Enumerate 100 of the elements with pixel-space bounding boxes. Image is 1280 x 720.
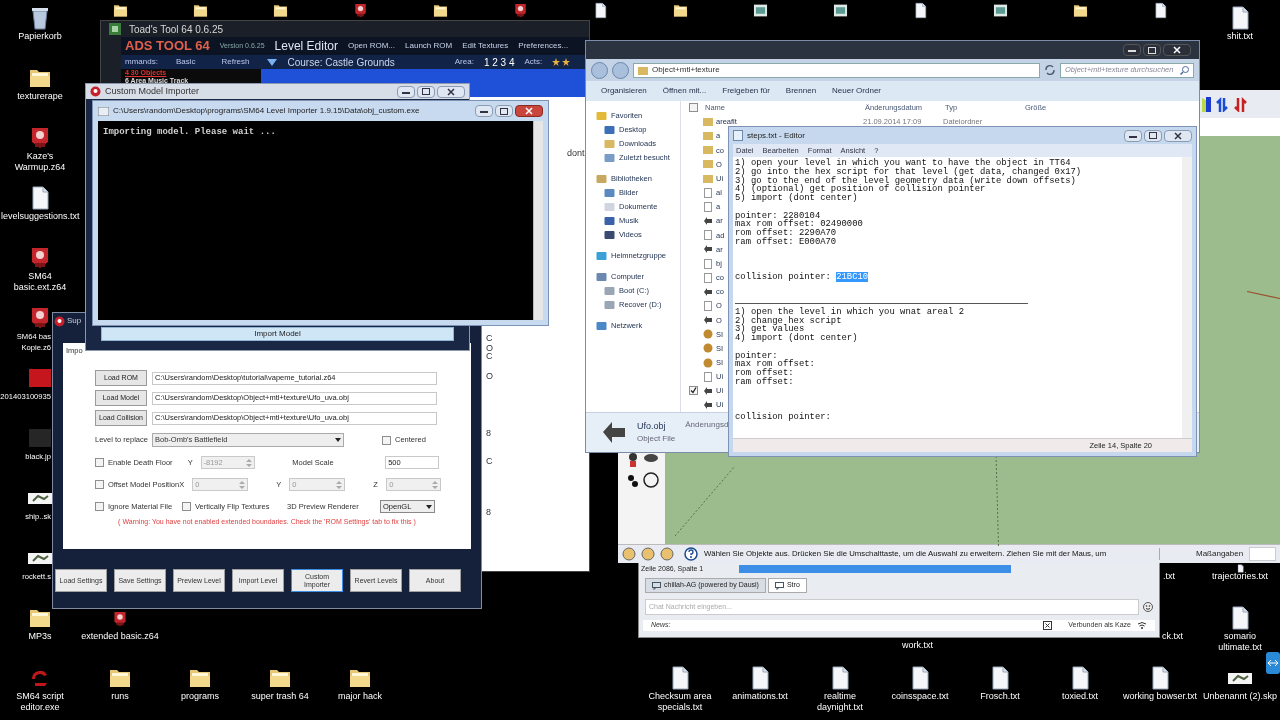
smiley-icon[interactable] — [1143, 602, 1153, 612]
text-line: 4) import (dont center) — [735, 334, 859, 343]
close-button[interactable] — [1164, 129, 1192, 142]
icon-label: super trash 64 — [250, 691, 310, 702]
measure-field[interactable] — [1249, 547, 1276, 561]
mushroom-icon — [90, 86, 101, 97]
console-icon — [98, 106, 109, 116]
icon-label: SM64 basic.ext.z64 — [12, 271, 68, 293]
checkbox[interactable] — [95, 458, 104, 467]
document-icon — [703, 272, 713, 283]
maximize-button[interactable] — [417, 85, 435, 98]
checkbox[interactable] — [95, 480, 104, 489]
help-icon[interactable] — [684, 547, 698, 561]
toolbar-button[interactable]: Organisieren — [601, 85, 647, 97]
minimize-button[interactable] — [475, 105, 493, 117]
text-fragment: 8 — [486, 427, 491, 440]
text-line: max rom offset: 02490000 — [735, 220, 864, 229]
minimize-button[interactable] — [397, 85, 415, 98]
maximize-icon — [422, 88, 430, 95]
icon-label: trajectories.txt — [1211, 571, 1269, 582]
window-title: C:\Users\random\Desktop\programs\SM64 Level Importer 1.9.15\Data\obj_custom.exe — [113, 105, 421, 117]
minimize-icon — [1128, 48, 1136, 52]
text-line: ram offset: E000A70 — [735, 237, 838, 247]
axis-line — [1247, 291, 1280, 299]
teamviewer-icon[interactable] — [1266, 652, 1280, 674]
cartridge-icon[interactable] — [111, 610, 129, 628]
document-icon — [703, 258, 713, 269]
text-fragment: dont — [567, 147, 585, 160]
menu-tab[interactable]: Preferences... — [518, 40, 569, 52]
minimize-button[interactable] — [1124, 129, 1142, 142]
icon-label: Unbenannt (2).skp — [1201, 691, 1278, 702]
toolbar-button[interactable]: Freigeben für — [722, 85, 770, 97]
checkbox[interactable] — [382, 435, 391, 445]
text-line: pointer: — [735, 351, 778, 361]
icon-label: Frosch.txt — [979, 691, 1021, 702]
axis-line — [675, 466, 735, 536]
close-button[interactable] — [1163, 44, 1191, 56]
arrows-icon — [703, 286, 713, 297]
minimize-button[interactable] — [1123, 44, 1141, 56]
icon-label: Kaze's Warmup.z64 — [13, 151, 67, 173]
window-title: Sup — [67, 315, 82, 327]
console-output: Importing model. Please wait ... — [102, 126, 277, 139]
course-label: Course: Castle Grounds — [287, 55, 395, 70]
command-button[interactable]: Basic — [167, 56, 204, 68]
maximize-icon — [1149, 132, 1157, 139]
import-model-button[interactable]: Import Model — [101, 327, 454, 341]
menu-tab[interactable]: Edit Textures — [462, 40, 509, 52]
close-icon — [1174, 131, 1182, 140]
menu-tab[interactable]: Open ROM... — [347, 40, 396, 52]
dropdown-arrow-icon[interactable] — [267, 58, 278, 66]
checkbox[interactable] — [182, 502, 191, 511]
mushroom-icon — [54, 315, 65, 327]
image-thumbnail-icon[interactable] — [991, 2, 1009, 19]
text-line: 1) open your level in which you want to have the object in TT64 — [735, 159, 1071, 168]
dropdown-arrow-icon[interactable] — [335, 438, 341, 442]
toolbar-button[interactable]: Öffnen mit... — [662, 85, 707, 97]
checkbox[interactable] — [95, 502, 104, 511]
breadcrumb[interactable]: Object+mtl+texture — [652, 64, 720, 76]
icon-label: somario ultimate.txt — [1217, 631, 1263, 653]
maximize-button[interactable] — [1144, 129, 1162, 142]
text-line: rom offset: — [735, 369, 795, 378]
area-label: Area: — [454, 56, 474, 68]
arrows-icon — [703, 216, 713, 227]
minimize-icon — [1129, 133, 1137, 138]
toolbar-button[interactable]: Neuer Ordner — [832, 85, 881, 97]
close-button[interactable] — [437, 85, 465, 98]
icon-label: texturerape — [16, 91, 64, 102]
maximize-button[interactable] — [495, 105, 513, 117]
menu-tab[interactable]: Launch ROM — [405, 40, 453, 52]
window-title: steps.txt - Editor — [747, 129, 806, 142]
icon-label: Checksum area specials.txt — [647, 691, 713, 713]
icon-label: MP3s — [27, 631, 53, 642]
image-thumbnail-icon[interactable] — [751, 2, 769, 19]
search-icon[interactable] — [1180, 65, 1189, 75]
measure-label: Maßangaben — [1196, 548, 1244, 560]
document-icon[interactable] — [1235, 564, 1245, 573]
toolbar-button[interactable]: Brennen — [785, 85, 817, 97]
file-name: Ufo.obj — [637, 419, 667, 433]
refresh-icon[interactable] — [1044, 64, 1056, 76]
text-line: 5) import (dont center) — [735, 194, 858, 203]
image-thumbnail-icon[interactable] — [831, 2, 849, 19]
checkbox[interactable] — [689, 386, 698, 396]
window-title: Toad's Tool 64 0.6.25 — [129, 22, 224, 37]
document-icon — [703, 300, 713, 311]
icon-label: shit.txt — [1226, 31, 1254, 42]
command-button[interactable]: Refresh — [213, 56, 258, 68]
icon-label: animations.txt — [731, 691, 789, 702]
arrows-icon — [703, 315, 713, 326]
close-button[interactable] — [515, 105, 543, 117]
text-line: ram offset: — [735, 377, 795, 387]
address-bar[interactable]: Object+mtl+texture — [633, 62, 1040, 78]
icon-label: work.txt — [902, 640, 933, 651]
text-line: rom offset: 2290A70 — [735, 229, 838, 238]
menu-tab[interactable]: Level Editor — [274, 37, 338, 55]
scrollbar[interactable] — [1182, 157, 1192, 438]
dropdown-arrow-icon[interactable] — [426, 504, 432, 509]
maximize-button[interactable] — [1143, 44, 1161, 56]
checkbox[interactable] — [689, 103, 698, 113]
close-icon[interactable] — [1043, 620, 1053, 630]
scrollbar[interactable] — [533, 121, 543, 320]
